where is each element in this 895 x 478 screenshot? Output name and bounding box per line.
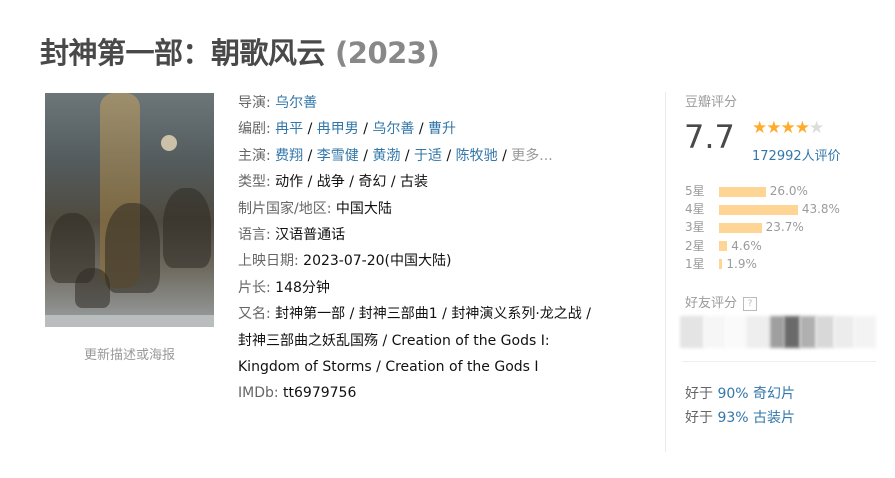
distribution-percent: 23.7% <box>765 220 804 235</box>
distribution-percent: 43.8% <box>801 202 840 217</box>
star-level-label: 1星 <box>685 256 705 271</box>
country-row: 制片国家/地区: 中国大陆 <box>238 200 392 217</box>
genre-value: 战争 <box>316 174 345 191</box>
poster-moon <box>161 135 177 151</box>
friends-rating-label: 好友评分 <box>685 296 738 311</box>
column-divider <box>665 92 666 452</box>
release-label: 上映日期 <box>238 253 294 270</box>
help-icon[interactable]: ? <box>743 296 758 311</box>
friends-rating-header: 好友评分? <box>685 292 758 311</box>
language-label: 语言 <box>238 227 266 244</box>
distribution-bar <box>719 241 728 252</box>
page-title: 封神第一部：朝歌风云 (2023) <box>40 30 440 72</box>
movie-title: 封神第一部：朝歌风云 <box>40 36 326 70</box>
poster-credits <box>45 315 214 327</box>
writer-link[interactable]: 冉甲男 <box>317 121 359 137</box>
update-poster-link[interactable]: 更新描述或海报 <box>45 344 214 363</box>
distribution-bar <box>719 186 766 197</box>
poster-figure <box>163 188 211 268</box>
movie-year: (2023) <box>335 36 440 70</box>
genre-value: 奇幻 <box>358 174 387 191</box>
better-than-prefix: 好于 <box>685 410 713 426</box>
distribution-row: 2星 4.6% <box>685 237 840 255</box>
genre-value: 动作 <box>275 174 304 191</box>
director-label: 导演 <box>238 95 266 111</box>
better-than-prefix: 好于 <box>685 386 713 402</box>
poster-figure <box>75 268 110 308</box>
distribution-row: 5星 26.0% <box>685 182 840 200</box>
language-row: 语言: 汉语普通话 <box>238 227 346 244</box>
better-than-percent[interactable]: 90% <box>717 386 748 402</box>
aka-label: 又名 <box>238 306 266 323</box>
rating-score: 7.7 <box>684 118 735 156</box>
writer-link[interactable]: 曹升 <box>428 121 456 137</box>
aka-line: 封神第一部 / 封神三部曲1 / 封神演义系列·龙之战 / <box>275 306 591 323</box>
cast-more-link[interactable]: 更多... <box>511 148 552 164</box>
writers-label: 编剧 <box>238 121 266 138</box>
runtime-label: 片长 <box>238 279 266 296</box>
runtime-value: 148分钟 <box>275 279 330 296</box>
cast-row: 主演: 费翔 / 李雪健 / 黄渤 / 于适 / 陈牧驰 / 更多... <box>238 147 553 164</box>
cast-link[interactable]: 李雪健 <box>317 148 359 164</box>
distribution-percent: 1.9% <box>726 256 757 271</box>
star-empty-icon: ★ <box>809 118 824 138</box>
votes-link[interactable]: 172992人评价 <box>752 145 841 164</box>
country-value: 中国大陆 <box>335 200 392 217</box>
imdb-label: IMDb <box>238 385 274 402</box>
cast-link[interactable]: 于适 <box>414 148 442 164</box>
cast-link[interactable]: 费翔 <box>275 148 303 164</box>
writers-row: 编剧: 冉平 / 冉甲男 / 乌尔善 / 曹升 <box>238 121 457 138</box>
distribution-percent: 26.0% <box>769 184 808 198</box>
genre-value: 古装 <box>400 174 429 191</box>
movie-info: 导演: 乌尔善 编剧: 冉平 / 冉甲男 / 乌尔善 / 曹升 主演: 费翔 /… <box>238 90 648 407</box>
better-than-row: 好于 90% 奇幻片 <box>685 382 795 406</box>
aka-line: 封神三部曲之妖乱国殇 / Creation of the Gods Ⅰ: <box>238 332 550 349</box>
better-than-row: 好于 93% 古装片 <box>685 406 795 430</box>
distribution-bar <box>719 259 723 270</box>
release-value: 2023-07-20(中国大陆) <box>303 253 452 270</box>
movie-poster[interactable] <box>45 93 214 327</box>
aka-row: 又名: 封神第一部 / 封神三部曲1 / 封神演义系列·龙之战 / <box>238 306 591 323</box>
language-value: 汉语普通话 <box>275 227 346 244</box>
better-than-percent[interactable]: 93% <box>717 410 748 426</box>
star-icon: ★ <box>780 118 796 138</box>
distribution-percent: 4.6% <box>731 238 762 253</box>
star-level-label: 3星 <box>685 220 705 235</box>
distribution-bar <box>719 204 798 215</box>
star-icon: ★ <box>766 118 781 138</box>
distribution-row: 1星 1.9% <box>685 255 840 273</box>
imdb-value: tt6979756 <box>283 385 357 402</box>
poster-figure <box>105 203 160 293</box>
genre-row: 类型: 动作 / 战争 / 奇幻 / 古装 <box>238 174 429 191</box>
friends-rating-blurred <box>680 316 876 348</box>
aka-line: Kingdom of Storms / Creation of the Gods… <box>238 359 539 376</box>
cast-link[interactable]: 陈牧驰 <box>456 148 498 164</box>
distribution-row: 4星 43.8% <box>685 200 840 218</box>
director-row: 导演: 乌尔善 <box>238 95 318 111</box>
rating-header: 豆瓣评分 <box>685 95 738 110</box>
rating-stars: ★★★★★ <box>752 118 824 138</box>
director-link[interactable]: 乌尔善 <box>275 95 317 111</box>
writer-link[interactable]: 冉平 <box>275 121 303 137</box>
better-than-section: 好于 90% 奇幻片 好于 93% 古装片 <box>685 382 795 430</box>
country-label: 制片国家/地区 <box>238 200 327 217</box>
star-icon: ★ <box>752 118 767 138</box>
better-than-genre[interactable]: 奇幻片 <box>753 386 795 402</box>
release-row: 上映日期: 2023-07-20(中国大陆) <box>238 253 452 270</box>
star-level-label: 5星 <box>685 184 705 198</box>
star-level-label: 4星 <box>685 202 705 217</box>
imdb-row: IMDb: tt6979756 <box>238 385 357 402</box>
distribution-bar <box>719 222 762 233</box>
better-than-genre[interactable]: 古装片 <box>753 410 795 426</box>
cast-label: 主演 <box>238 147 266 164</box>
friends-divider <box>682 361 876 362</box>
distribution-row: 3星 23.7% <box>685 218 840 236</box>
star-icon: ★ <box>794 118 810 138</box>
runtime-row: 片长: 148分钟 <box>238 279 330 296</box>
writer-link[interactable]: 乌尔善 <box>372 121 414 137</box>
genre-label: 类型 <box>238 174 266 191</box>
cast-link[interactable]: 黄渤 <box>372 148 400 164</box>
rating-distribution: 5星 26.0% 4星 43.8% 3星 23.7% 2星 4.6% 1星 1.9% <box>685 182 840 273</box>
star-level-label: 2星 <box>685 238 705 253</box>
